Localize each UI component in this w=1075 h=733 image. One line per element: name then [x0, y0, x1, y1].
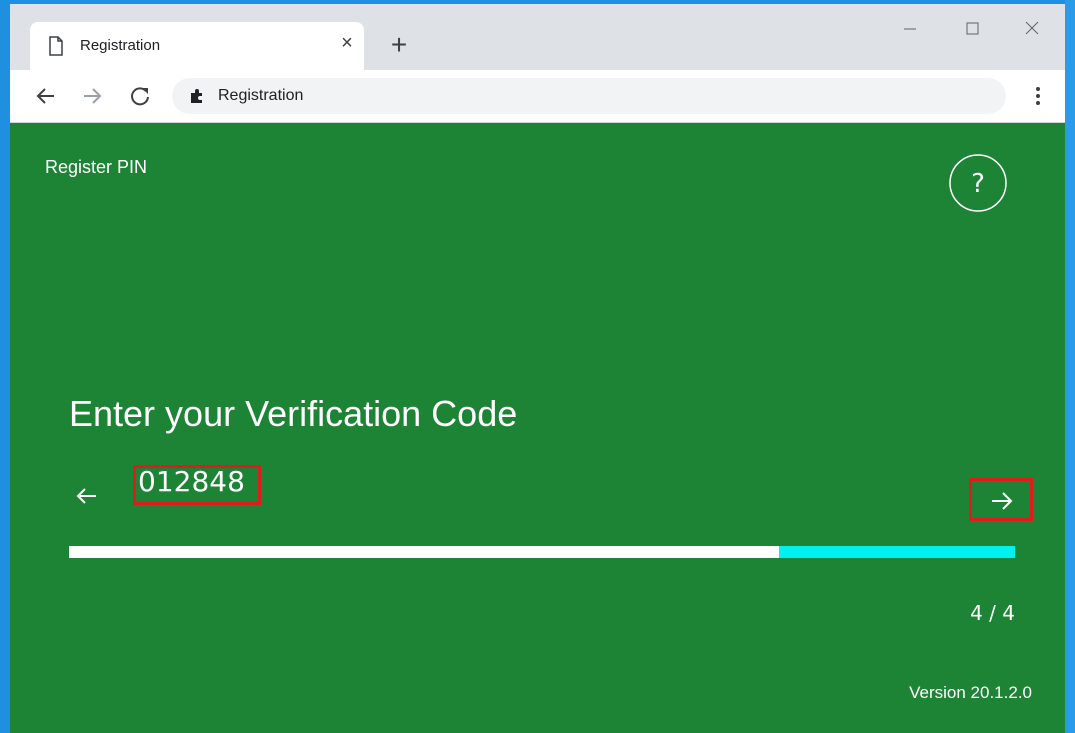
screen: Registration × + Registration Register P… — [0, 0, 1075, 733]
help-button[interactable]: ? — [949, 154, 1007, 212]
arrow-right-icon — [84, 88, 102, 104]
reload-icon — [131, 87, 149, 106]
step-separator: / — [989, 601, 996, 625]
step-counter: 4 / 4 — [970, 601, 1015, 625]
arrow-left-icon — [76, 488, 96, 504]
maximize-button[interactable] — [950, 14, 994, 44]
step-total: 4 — [1002, 601, 1015, 625]
progress-bar — [69, 546, 1015, 558]
version-label: Version 20.1.2.0 — [909, 683, 1032, 702]
new-tab-button[interactable]: + — [384, 30, 414, 60]
tab-registration[interactable]: Registration × — [30, 22, 364, 70]
desktop-edge-left — [0, 0, 10, 733]
help-icon: ? — [949, 154, 1007, 212]
back-button[interactable] — [32, 82, 60, 110]
page-header: Register PIN — [45, 157, 148, 177]
close-icon — [1025, 21, 1039, 35]
desktop-edge-right — [1065, 0, 1075, 733]
puzzle-extension-icon — [191, 89, 202, 103]
svg-text:?: ? — [971, 169, 985, 199]
maximize-icon — [966, 22, 979, 35]
registration-page: Register PIN ? Enter your Verification C… — [10, 123, 1065, 733]
step-current: 4 — [970, 601, 983, 625]
address-text: Registration — [218, 87, 304, 104]
arrow-left-icon — [36, 88, 54, 104]
reload-button[interactable] — [126, 82, 154, 110]
minimize-button[interactable] — [888, 14, 932, 44]
next-step-button[interactable] — [969, 478, 1033, 521]
previous-step-button[interactable] — [72, 481, 102, 511]
page-icon — [49, 36, 63, 56]
address-bar[interactable]: Registration — [172, 78, 1006, 114]
page-title: Enter your Verification Code — [69, 393, 518, 434]
tab-title: Registration — [80, 37, 161, 54]
progress-bar-remaining — [778, 546, 1015, 558]
browser-menu-button[interactable] — [1024, 82, 1052, 110]
close-window-button[interactable] — [1010, 14, 1054, 44]
browser-toolbar: Registration — [10, 70, 1065, 123]
browser-window: Registration × + Registration Register P… — [10, 4, 1065, 733]
minimize-icon — [904, 28, 916, 30]
kebab-menu-icon — [1036, 87, 1040, 105]
forward-button[interactable] — [78, 82, 106, 110]
arrow-right-icon — [992, 492, 1013, 510]
tab-strip: Registration × + — [10, 4, 1065, 70]
verification-code-input[interactable] — [138, 465, 258, 498]
tab-close-button[interactable]: × — [336, 32, 358, 54]
